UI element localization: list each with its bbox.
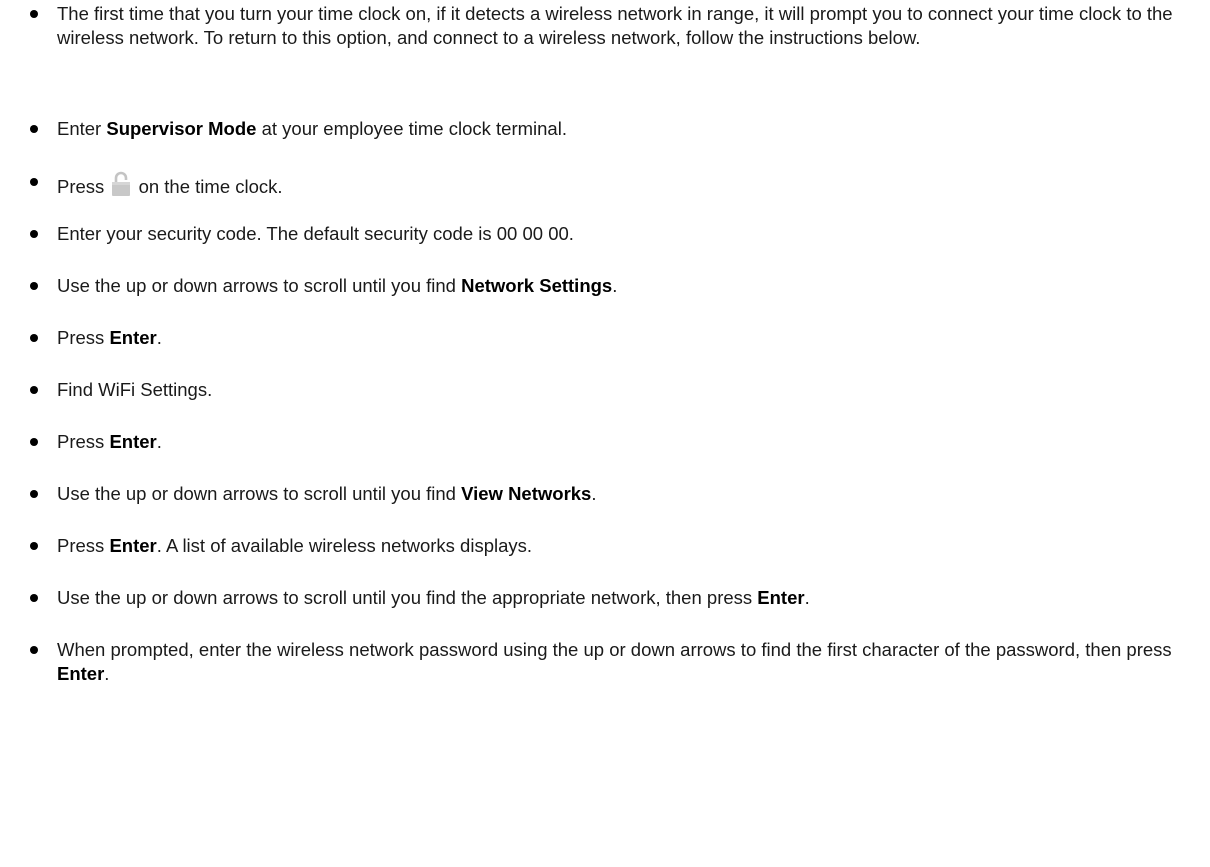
bullet [30,542,38,550]
item-text: Enter [57,118,107,139]
item-text: Enter your security code. The default se… [57,223,574,244]
bullet [30,178,38,186]
bullet [30,282,38,290]
item-text: When prompted, enter the wireless networ… [57,639,1172,660]
item-text: Press [57,535,110,556]
item-text: . [156,431,162,452]
item-text: at your employee time clock terminal. [256,118,567,139]
item-bold-text: Enter [757,587,805,608]
item-text: . [612,275,618,296]
item-text: . [804,587,810,608]
item-text: . [156,327,162,348]
item-text: Press [57,327,110,348]
item-bold-text: Enter [109,327,157,348]
item-text: Use the up or down arrows to scroll unti… [57,275,462,296]
lock-icon [111,170,131,197]
bullet [30,386,38,394]
item-text: . [104,663,110,684]
item-text: . A list of available wireless networks … [156,535,533,556]
item-text: The first time that you turn your time c… [57,3,1173,48]
item-text: Press [57,176,105,197]
bullet [30,490,38,498]
item-text: Find WiFi Settings. [57,379,213,400]
item-bold-text: Enter [57,663,105,684]
item-bold-text: Network Settings [461,275,613,296]
item-bold-text: Enter [109,535,157,556]
item-bold-text: Enter [109,431,157,452]
bullet [30,438,38,446]
bullet [30,10,38,18]
item-text: . [591,483,597,504]
item-bold-text: View Networks [461,483,592,504]
bullet [30,646,38,654]
bullet [30,594,38,602]
item-bold-text: Supervisor Mode [106,118,257,139]
item-text: Use the up or down arrows to scroll unti… [57,587,758,608]
bullet [30,334,38,342]
item-text: Use the up or down arrows to scroll unti… [57,483,462,504]
item-text: on the time clock. [133,176,283,197]
bullet [30,125,38,133]
item-text: Press [57,431,110,452]
bullet [30,230,38,238]
